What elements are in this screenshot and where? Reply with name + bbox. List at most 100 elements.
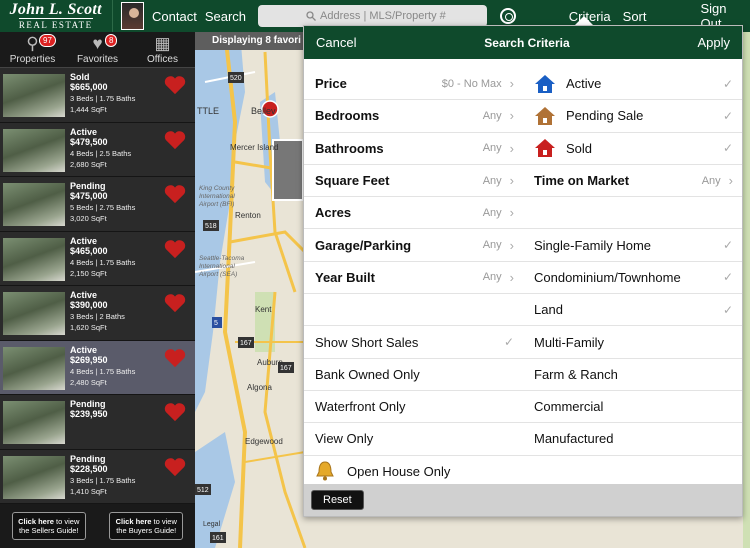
- criteria-left-column: Price $0 - No Max › Bedrooms Any › Bathrooms…: [304, 68, 523, 493]
- option-short-sales[interactable]: Show Short Sales ✓: [304, 326, 523, 359]
- listing-beds: 4 Beds | 2.5 Baths: [70, 148, 132, 158]
- type-single-family[interactable]: Single-Family Home ✓: [523, 229, 742, 262]
- favorite-heart-icon[interactable]: [164, 456, 186, 478]
- criteria-row-price[interactable]: Price $0 - No Max ›: [304, 68, 523, 101]
- buyers-guide-button[interactable]: Click here to view the Buyers Guide!: [109, 512, 184, 540]
- listing-price: $479,500: [70, 136, 108, 147]
- heart-icon: ♥: [92, 34, 103, 53]
- listing-item[interactable]: Active $390,000 3 Beds | 2 Baths 1,620 S…: [0, 286, 195, 341]
- listing-status: Active: [70, 290, 98, 300]
- map-legal-link[interactable]: Legal: [203, 521, 221, 528]
- favorite-heart-icon[interactable]: [164, 347, 186, 369]
- listing-sqft: 1,620 SqFt: [70, 323, 107, 332]
- listing-sqft: 2,480 SqFt: [70, 377, 107, 387]
- option-view-only[interactable]: View Only: [304, 423, 523, 456]
- row-label: Condominium/Townhome: [534, 269, 681, 285]
- map-label: Algona: [247, 383, 272, 392]
- criteria-row-time-on-market[interactable]: Time on Market Any ›: [523, 165, 742, 198]
- criteria-row-bedrooms[interactable]: Bedrooms Any ›: [304, 100, 523, 133]
- listing-item[interactable]: Active $465,000 4 Beds | 1.75 Baths 2,15…: [0, 231, 195, 286]
- type-condominium[interactable]: Condominium/Townhome ✓: [523, 262, 742, 295]
- guide-cta: Click here: [115, 517, 152, 526]
- listing-beds: 3 Beds | 1.75 Baths: [70, 475, 136, 485]
- listing-price: $390,000: [70, 300, 108, 310]
- favorite-heart-icon[interactable]: [164, 238, 186, 260]
- option-open-house[interactable]: Open House Only: [304, 456, 523, 488]
- type-multi-family[interactable]: Multi-Family: [523, 326, 742, 359]
- bell-icon: [316, 461, 334, 481]
- listing-status: Sold: [70, 72, 90, 82]
- favorite-heart-icon[interactable]: [164, 292, 186, 314]
- favorite-heart-icon[interactable]: [164, 74, 186, 96]
- left-panel: ⚲ 97 Properties ♥ 8 Favorites ▦ Offices …: [0, 32, 195, 548]
- option-waterfront[interactable]: Waterfront Only: [304, 391, 523, 424]
- reset-button[interactable]: Reset: [311, 490, 364, 510]
- option-bank-owned[interactable]: Bank Owned Only: [304, 359, 523, 391]
- popover-caret: [575, 16, 593, 25]
- status-row-sold[interactable]: Sold ✓: [523, 133, 742, 165]
- favorite-heart-icon[interactable]: [164, 129, 186, 151]
- sort-link[interactable]: Sort: [623, 9, 647, 24]
- row-label: Bathrooms: [315, 140, 384, 156]
- status-row-active[interactable]: Active ✓: [523, 68, 742, 101]
- type-manufactured[interactable]: Manufactured: [523, 423, 742, 456]
- criteria-row-bathrooms[interactable]: Bathrooms Any ›: [304, 133, 523, 165]
- listing-list: Sold $665,000 3 Beds | 1.75 Baths 1,444 …: [0, 68, 195, 504]
- listing-price: $269,950: [70, 354, 108, 365]
- apply-button[interactable]: Apply: [697, 35, 730, 50]
- contact-link[interactable]: Contact: [152, 9, 197, 24]
- row-label: Acres: [315, 205, 352, 221]
- tab-bar: ⚲ 97 Properties ♥ 8 Favorites ▦ Offices: [0, 32, 195, 68]
- sellers-guide-button[interactable]: Click here to view the Sellers Guide!: [11, 512, 86, 540]
- row-label: Single-Family Home: [534, 237, 652, 253]
- status-row-pending[interactable]: Pending Sale ✓: [523, 100, 742, 133]
- checkmark-icon: ✓: [722, 108, 733, 123]
- locate-icon[interactable]: [500, 8, 516, 24]
- criteria-row-garage[interactable]: Garage/Parking Any ›: [304, 229, 523, 262]
- listing-status: Active: [70, 235, 98, 246]
- row-label: Land: [534, 302, 563, 318]
- row-label: Price: [315, 76, 347, 92]
- search-link[interactable]: Search: [205, 9, 246, 24]
- listing-item[interactable]: Active $479,500 4 Beds | 2.5 Baths 2,680…: [0, 122, 195, 177]
- tab-label: Offices: [147, 54, 178, 65]
- chevron-right-icon: ›: [509, 237, 514, 253]
- tab-properties[interactable]: ⚲ 97 Properties: [0, 32, 65, 67]
- cancel-button[interactable]: Cancel: [316, 35, 356, 50]
- type-farm-ranch[interactable]: Farm & Ranch: [523, 359, 742, 391]
- chevron-right-icon: ›: [509, 269, 514, 285]
- tab-offices[interactable]: ▦ Offices: [130, 32, 195, 67]
- checkmark-icon: ✓: [722, 76, 733, 91]
- map-label: Bellev: [251, 106, 276, 116]
- type-land[interactable]: Land ✓: [523, 294, 742, 327]
- listing-item[interactable]: Pending $228,500 3 Beds | 1.75 Baths 1,4…: [0, 449, 195, 504]
- type-commercial[interactable]: Commercial: [523, 391, 742, 424]
- magnifier-icon: ⚲: [26, 34, 39, 53]
- search-input[interactable]: Address | MLS/Property #: [258, 5, 488, 27]
- criteria-row-year-built[interactable]: Year Built Any ›: [304, 262, 523, 295]
- listing-photo: [3, 455, 65, 499]
- route-shield: 5: [214, 320, 218, 327]
- row-value: Any: [482, 109, 502, 122]
- favorite-heart-icon[interactable]: [164, 401, 186, 423]
- map-label: Mercer Island: [230, 143, 278, 152]
- listing-item[interactable]: Pending $475,000 5 Beds | 2.75 Baths 3,0…: [0, 177, 195, 232]
- agent-avatar[interactable]: [120, 2, 145, 30]
- chevron-right-icon: ›: [509, 205, 514, 221]
- criteria-row-square-feet[interactable]: Square Feet Any ›: [304, 165, 523, 198]
- listing-item[interactable]: Sold $665,000 3 Beds | 1.75 Baths 1,444 …: [0, 68, 195, 123]
- row-label: Active: [566, 76, 602, 92]
- chevron-right-icon: ›: [509, 76, 514, 92]
- criteria-row-acres[interactable]: Acres Any ›: [304, 197, 523, 230]
- row-value: Any: [701, 174, 721, 187]
- popover-header: Cancel Search Criteria Apply: [304, 26, 742, 59]
- tab-favorites[interactable]: ♥ 8 Favorites: [65, 32, 130, 67]
- listing-item[interactable]: Pending $239,950: [0, 395, 195, 450]
- listing-price: $475,000: [70, 191, 108, 201]
- listing-item-selected[interactable]: Active $269,950 4 Beds | 1.75 Baths 2,48…: [0, 340, 195, 395]
- favorite-heart-icon[interactable]: [164, 183, 186, 205]
- listing-price: $239,950: [70, 409, 108, 419]
- logo-subtitle: REAL ESTATE: [18, 18, 93, 30]
- row-label: Bedrooms: [315, 108, 380, 124]
- listing-beds: 3 Beds | 1.75 Baths: [70, 94, 136, 103]
